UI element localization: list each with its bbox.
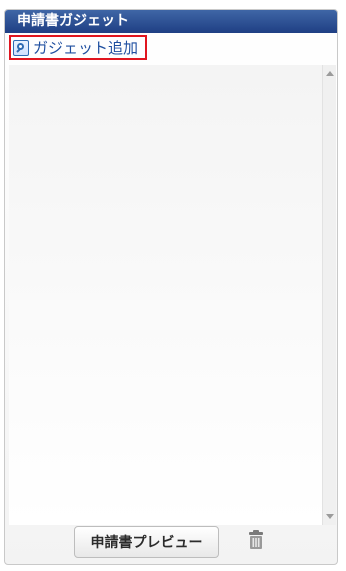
scroll-down-arrow-icon[interactable] [326, 514, 334, 519]
add-gadget-label: ガジェット追加 [33, 38, 139, 57]
panel-footer: 申請書プレビュー [5, 522, 337, 564]
gadget-list-area[interactable] [9, 65, 336, 525]
application-gadget-panel: 申請書ガジェット ガジェット追加 申請書プレビュー [4, 9, 338, 565]
trash-icon[interactable] [247, 530, 265, 550]
add-gadget-search-icon [13, 39, 29, 56]
panel-title: 申請書ガジェット [5, 10, 337, 33]
application-preview-button[interactable]: 申請書プレビュー [74, 526, 219, 558]
scroll-up-arrow-icon[interactable] [326, 71, 334, 76]
vertical-scrollbar[interactable] [322, 65, 336, 525]
add-gadget-link[interactable]: ガジェット追加 [9, 35, 147, 60]
